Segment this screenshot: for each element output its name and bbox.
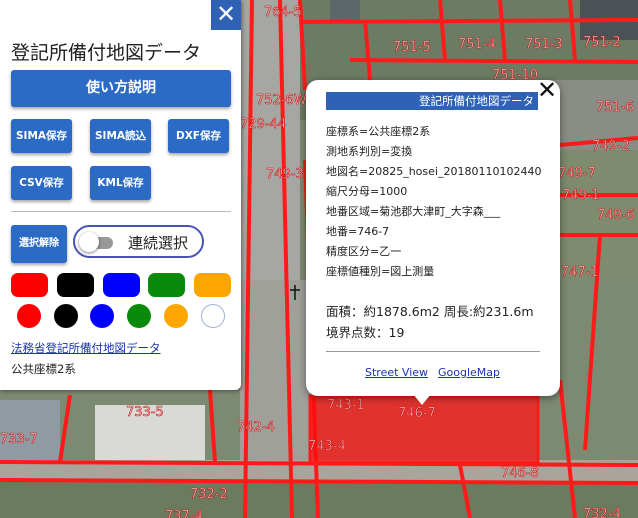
info-line: 測地系判別=変換 [326, 145, 413, 158]
parcel-label: 747-1 [561, 265, 599, 280]
color-swatch-green[interactable] [148, 273, 185, 297]
popup-divider [326, 351, 540, 352]
usage-guide-button[interactable]: 使い方説明 [11, 70, 231, 107]
parcel-label: 751-4 [458, 37, 496, 52]
parcel-label: 732-2 [190, 487, 228, 502]
popup-header: 登記所備付地図データ [326, 92, 538, 110]
parcel-info-popup: 登記所備付地図データ ✕ 座標系=公共座標2系 測地系判別=変換 地図名=208… [306, 76, 560, 396]
fill-dot-red[interactable] [17, 304, 41, 328]
divider [11, 211, 231, 212]
fill-dot-white[interactable] [201, 304, 225, 328]
parcel-label: 742-4 [237, 420, 275, 435]
info-line: 地番区域=菊池郡大津町_大字森___ [326, 205, 501, 218]
parcel-label: 749-1 [562, 188, 600, 203]
clear-selection-button[interactable]: 選択解除 [11, 225, 67, 263]
fill-dot-green[interactable] [127, 304, 151, 328]
sima-save-button[interactable]: SIMA保存 [11, 119, 72, 153]
moj-map-data-link[interactable]: 法務省登記所備付地図データ [11, 340, 161, 356]
popup-close-button[interactable]: ✕ [537, 76, 557, 104]
parcel-label: 743-1 [327, 398, 365, 413]
parcel-label: 749-7 [558, 166, 596, 181]
coord-system-text: 公共座標2系 [11, 362, 76, 376]
parcel-label: 751-2 [583, 35, 621, 50]
info-line: 精度区分=乙一 [326, 245, 402, 258]
parcel-label: 751-3 [525, 37, 563, 52]
parcel-label: 733-7 [0, 432, 38, 447]
google-map-link[interactable]: GoogleMap [438, 366, 500, 379]
color-swatch-black[interactable] [57, 273, 94, 297]
info-line: 座標系=公共座標2系 [326, 125, 431, 138]
parcel-label: 751-5 [393, 40, 431, 55]
info-line: 座標値種別=図上測量 [326, 265, 435, 278]
toggle-label: 連続選択 [128, 234, 189, 252]
parcel-label: 746-7 [398, 406, 436, 421]
parcel-label: 749-2 [592, 139, 630, 154]
street-view-link[interactable]: Street View [365, 366, 428, 379]
fill-dot-black[interactable] [54, 304, 78, 328]
panel-title: 登記所備付地図データ [11, 42, 202, 64]
parcel-label: 764-5 [264, 5, 302, 20]
parcel-label: 729-44 [240, 117, 286, 132]
parcel-label: 732-4 [583, 507, 621, 518]
kml-save-button[interactable]: KML保存 [90, 166, 151, 200]
parcel-label: 746-8 [501, 466, 539, 481]
parcel-label: 737-4 [165, 509, 203, 518]
parcel-label: 749-6 [597, 208, 635, 223]
sima-load-button[interactable]: SIMA読込 [90, 119, 151, 153]
color-swatch-blue[interactable] [103, 273, 140, 297]
parcel-label: 743-4 [308, 439, 346, 454]
boundary-points-text: 境界点数：19 [326, 325, 405, 340]
close-icon: ✕ [215, 0, 237, 28]
fill-dot-blue[interactable] [90, 304, 114, 328]
info-line: 地図名=20825_hosei_20180110102440 [326, 165, 542, 178]
info-line: 縮尺分母=1000 [326, 185, 408, 198]
area-perimeter-text: 面積：約1878.6m2 周長:約231.6m [326, 304, 534, 319]
panel-close-button[interactable]: ✕ [211, 0, 241, 30]
color-swatch-red[interactable] [11, 273, 48, 297]
parcel-label: 752-6W [256, 93, 307, 108]
continuous-select-toggle[interactable]: 連続選択 [73, 225, 204, 258]
info-line: 地番=746-7 [326, 225, 390, 238]
dxf-save-button[interactable]: DXF保存 [168, 119, 229, 153]
csv-save-button[interactable]: CSV保存 [11, 166, 72, 200]
parcel-label: 733-5 [126, 405, 164, 420]
toggle-knob [79, 232, 99, 252]
close-icon: ✕ [537, 76, 558, 104]
parcel-label: 751-6 [596, 100, 634, 115]
tool-panel: ✕ 登記所備付地図データ 使い方説明 SIMA保存 SIMA読込 DXF保存 C… [0, 0, 241, 390]
color-swatch-orange[interactable] [194, 273, 231, 297]
popup-pointer [413, 394, 431, 405]
fill-dot-orange[interactable] [164, 304, 188, 328]
parcel-label: 749-3 [266, 167, 304, 182]
